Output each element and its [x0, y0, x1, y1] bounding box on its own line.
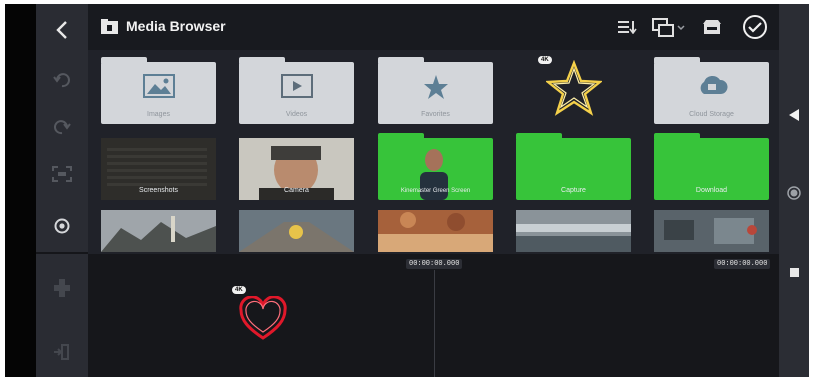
folder-videos[interactable]: Videos: [239, 57, 354, 124]
media-thumbnail[interactable]: [378, 210, 493, 252]
star-icon: [423, 75, 448, 99]
exit-button[interactable]: [36, 332, 88, 372]
stop-button[interactable]: [779, 261, 809, 283]
heart-sticker-clip[interactable]: 4K: [230, 282, 294, 346]
fullscreen-icon: [52, 166, 72, 182]
layer-icon: [54, 279, 70, 297]
folder-download[interactable]: Download: [654, 133, 769, 200]
sort-button[interactable]: [616, 13, 638, 41]
image-icon: [142, 74, 175, 98]
checkmark-circle-icon: [743, 15, 767, 39]
folder-label: Screenshots: [139, 187, 178, 194]
play-button[interactable]: [779, 104, 809, 126]
header-bar: Media Browser: [88, 4, 779, 50]
folder-label: Capture: [561, 187, 586, 194]
autumn-thumbnail: [378, 210, 493, 252]
screen-edge: [5, 4, 36, 377]
layout-toggle-button[interactable]: [650, 13, 688, 41]
timecode-right: 00:00:00.000: [714, 259, 771, 269]
folder-label: Kinemaster Green Screen: [400, 188, 471, 194]
settings-button[interactable]: [36, 206, 88, 246]
timeline-area[interactable]: 00:00:00.000 00:00:00.000 4K: [88, 254, 779, 377]
street-thumbnail: [654, 210, 769, 252]
media-grid: Images Videos Favorites 4K Cloud Storage…: [88, 50, 779, 252]
folder-label: Camera: [284, 187, 309, 194]
media-thumbnail[interactable]: [101, 210, 216, 252]
media-thumbnail[interactable]: [239, 210, 354, 252]
folder-cloud-storage[interactable]: Cloud Storage: [654, 57, 769, 124]
folder-label: Download: [695, 187, 728, 194]
rail-separator: [36, 252, 88, 254]
redo-button[interactable]: [36, 107, 88, 147]
record-icon: [787, 186, 801, 200]
fullscreen-button[interactable]: [36, 154, 88, 194]
heart-sticker-icon: [239, 296, 287, 340]
screenshots-thumbnail: [107, 146, 207, 186]
timeline-divider: [434, 270, 435, 377]
folder-label: Images: [147, 111, 170, 118]
folder-camera[interactable]: Camera: [239, 138, 354, 200]
folder-info-icon: [101, 19, 118, 34]
folder-label: Favorites: [421, 111, 450, 118]
cloud-icon: [700, 75, 728, 94]
store-button[interactable]: [701, 13, 723, 41]
exit-icon: [54, 344, 69, 360]
store-icon: [703, 20, 721, 34]
record-button[interactable]: [779, 182, 809, 204]
folder-capture[interactable]: Capture: [516, 133, 631, 200]
play-icon: [789, 109, 799, 121]
folder-label: Videos: [285, 111, 308, 118]
layout-toggle-icon: [652, 18, 685, 37]
page-title: Media Browser: [126, 18, 226, 34]
road-thumbnail: [239, 210, 354, 252]
media-thumbnail[interactable]: [516, 210, 631, 252]
undo-icon: [53, 73, 70, 88]
redo-icon: [54, 120, 71, 135]
timecode-left: 00:00:00.000: [406, 259, 463, 269]
sort-icon: [618, 21, 637, 34]
star-sticker-icon: [546, 60, 602, 116]
landscape-thumbnail: [101, 210, 216, 252]
stop-icon: [789, 267, 799, 277]
video-icon: [280, 74, 313, 98]
folder-images[interactable]: Images: [101, 57, 216, 124]
building-thumbnail: [516, 210, 631, 252]
folder-screenshots[interactable]: Screenshots: [101, 138, 216, 200]
settings-icon: [54, 218, 70, 234]
back-button[interactable]: [36, 10, 88, 50]
app-frame: Media Browser Images Videos Favorites 4K…: [5, 4, 809, 377]
left-tool-rail: [36, 4, 88, 377]
folder-label: Cloud Storage: [689, 111, 734, 118]
star-sticker-tile[interactable]: 4K: [516, 54, 631, 116]
folder-favorites[interactable]: Favorites: [378, 57, 493, 124]
back-arrow-icon: [56, 21, 67, 39]
right-playback-rail: [779, 4, 809, 377]
folder-green-screen[interactable]: Kinemaster Green Screen: [378, 133, 493, 200]
done-button[interactable]: [741, 13, 769, 41]
media-thumbnail[interactable]: [654, 210, 769, 252]
clip-badge-4k: 4K: [232, 286, 246, 294]
undo-button[interactable]: [36, 60, 88, 100]
layer-button[interactable]: [36, 268, 88, 308]
